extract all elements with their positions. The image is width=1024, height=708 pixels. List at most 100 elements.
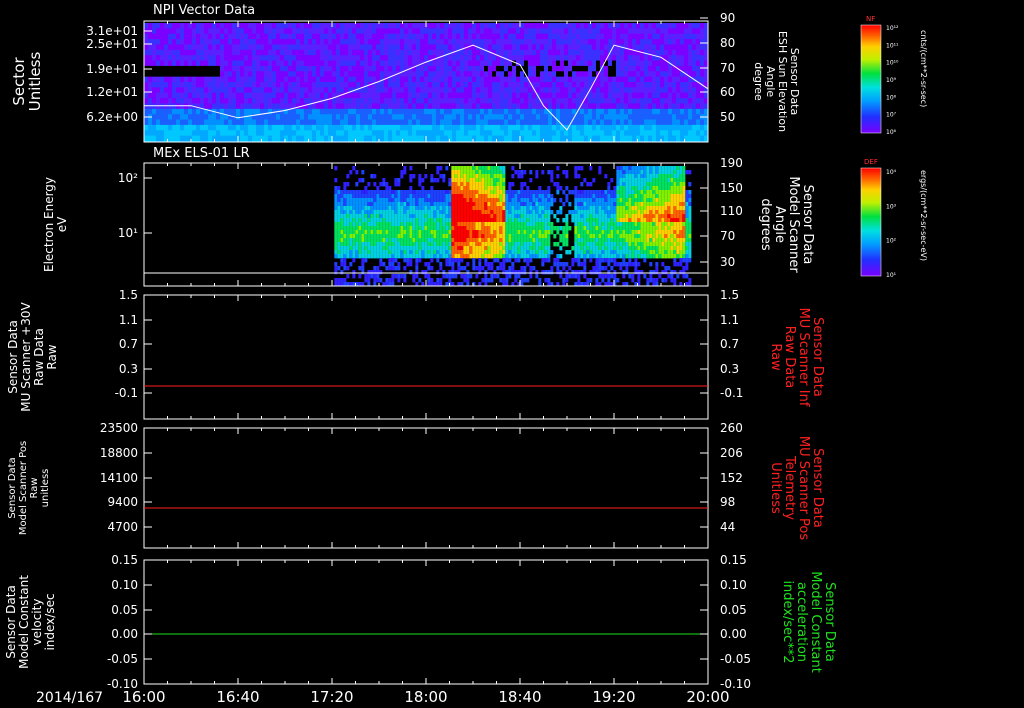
heatmap-cell <box>228 49 232 56</box>
heatmap-cell <box>168 28 172 35</box>
spectrogram-cell <box>520 206 524 211</box>
spectrogram-cell <box>580 230 584 235</box>
heatmap-cell <box>160 23 164 29</box>
spectrogram-cell <box>496 198 500 203</box>
spectrogram-cell <box>466 250 470 255</box>
heatmap-cell <box>252 55 256 62</box>
heatmap-cell <box>580 108 584 115</box>
heatmap-cell <box>696 23 700 29</box>
spectrogram-cell <box>469 226 473 231</box>
spectrogram-cell <box>547 242 551 247</box>
heatmap-cell <box>680 23 684 29</box>
spectrogram-cell <box>436 194 440 199</box>
spectrogram-cell <box>376 238 380 243</box>
spectrogram-cell <box>400 274 404 279</box>
spectrogram-cell <box>451 202 455 207</box>
heatmap-cell <box>656 76 660 83</box>
spectrogram-cell <box>406 230 410 235</box>
heatmap-cell <box>580 55 584 62</box>
spectrogram-cell <box>538 210 542 215</box>
heatmap-cell <box>280 28 284 35</box>
heatmap-cell <box>524 135 528 142</box>
heatmap-cell <box>312 124 316 131</box>
heatmap-cell <box>628 23 632 29</box>
heatmap-cell <box>264 114 268 121</box>
heatmap-cell <box>564 98 568 104</box>
heatmap-cell <box>160 135 164 142</box>
heatmap-cell <box>284 39 288 45</box>
heatmap-cell <box>160 71 164 78</box>
heatmap-cell <box>160 33 164 40</box>
heatmap-cell <box>160 124 164 131</box>
heatmap-cell <box>588 44 592 51</box>
heatmap-cell <box>208 60 212 67</box>
heatmap-cell <box>580 39 584 45</box>
spectrogram-cell <box>364 198 368 203</box>
heatmap-cell <box>200 98 204 104</box>
heatmap-cell <box>320 87 324 94</box>
heatmap-cell <box>624 44 628 51</box>
spectrogram-cell <box>391 198 395 203</box>
spectrogram-cell <box>451 254 455 259</box>
heatmap-cell <box>272 39 276 45</box>
heatmap-cell <box>520 49 524 56</box>
heatmap-cell <box>456 65 460 72</box>
heatmap-cell <box>680 135 684 142</box>
spectrogram-cell <box>535 250 539 255</box>
heatmap-cell <box>668 44 672 51</box>
heatmap-cell <box>416 39 420 45</box>
spectrogram-cell <box>376 222 380 227</box>
heatmap-cell <box>460 71 464 78</box>
spectrogram-cell <box>469 178 473 183</box>
spectrogram-cell <box>529 270 533 275</box>
heatmap-cell <box>420 71 424 78</box>
heatmap-cell <box>148 76 152 83</box>
heatmap-cell <box>396 55 400 62</box>
spectrogram-cell <box>469 182 473 187</box>
heatmap-cell <box>144 71 148 78</box>
heatmap-cell <box>612 119 616 126</box>
heatmap-cell <box>272 33 276 40</box>
spectrogram-cell <box>361 202 365 207</box>
heatmap-cell <box>684 130 688 137</box>
heatmap-cell <box>616 65 620 72</box>
heatmap-cell <box>468 55 472 62</box>
heatmap-cell <box>704 124 708 131</box>
spectrogram-cell <box>406 262 410 267</box>
spectrogram-cell <box>343 250 347 255</box>
heatmap-cell <box>656 39 660 45</box>
heatmap-cell <box>212 60 216 67</box>
spectrogram-cell <box>472 178 476 183</box>
heatmap-cell <box>308 60 312 67</box>
spectrogram-cell <box>394 266 398 271</box>
spectrogram-cell <box>499 210 503 215</box>
heatmap-cell <box>156 39 160 45</box>
spectrogram-cell <box>442 210 446 215</box>
spectrogram-cell <box>577 202 581 207</box>
spectrogram-cell <box>373 226 377 231</box>
heatmap-cell <box>356 108 360 115</box>
spectrogram-cell <box>556 186 560 191</box>
spectrogram-cell <box>391 202 395 207</box>
spectrogram-cell <box>520 266 524 271</box>
spectrogram-cell <box>580 222 584 227</box>
spectrogram-cell <box>427 246 431 251</box>
spectrogram-cell <box>442 190 446 195</box>
spectrogram-cell <box>472 222 476 227</box>
heatmap-cell <box>560 103 564 110</box>
heatmap-cell <box>344 124 348 131</box>
heatmap-cell <box>568 108 572 115</box>
heatmap-cell <box>564 44 568 51</box>
heatmap-cell <box>368 76 372 83</box>
spectrogram-cell <box>493 194 497 199</box>
heatmap-cell <box>208 98 212 104</box>
heatmap-cell <box>320 108 324 115</box>
heatmap-cell <box>452 124 456 131</box>
heatmap-cell <box>636 60 640 67</box>
spectrogram-cell <box>445 242 449 247</box>
spectrogram-cell <box>496 274 500 279</box>
spectrogram-cell <box>538 254 542 259</box>
heatmap-cell <box>388 55 392 62</box>
heatmap-cell <box>688 60 692 67</box>
spectrogram-cell <box>478 230 482 235</box>
